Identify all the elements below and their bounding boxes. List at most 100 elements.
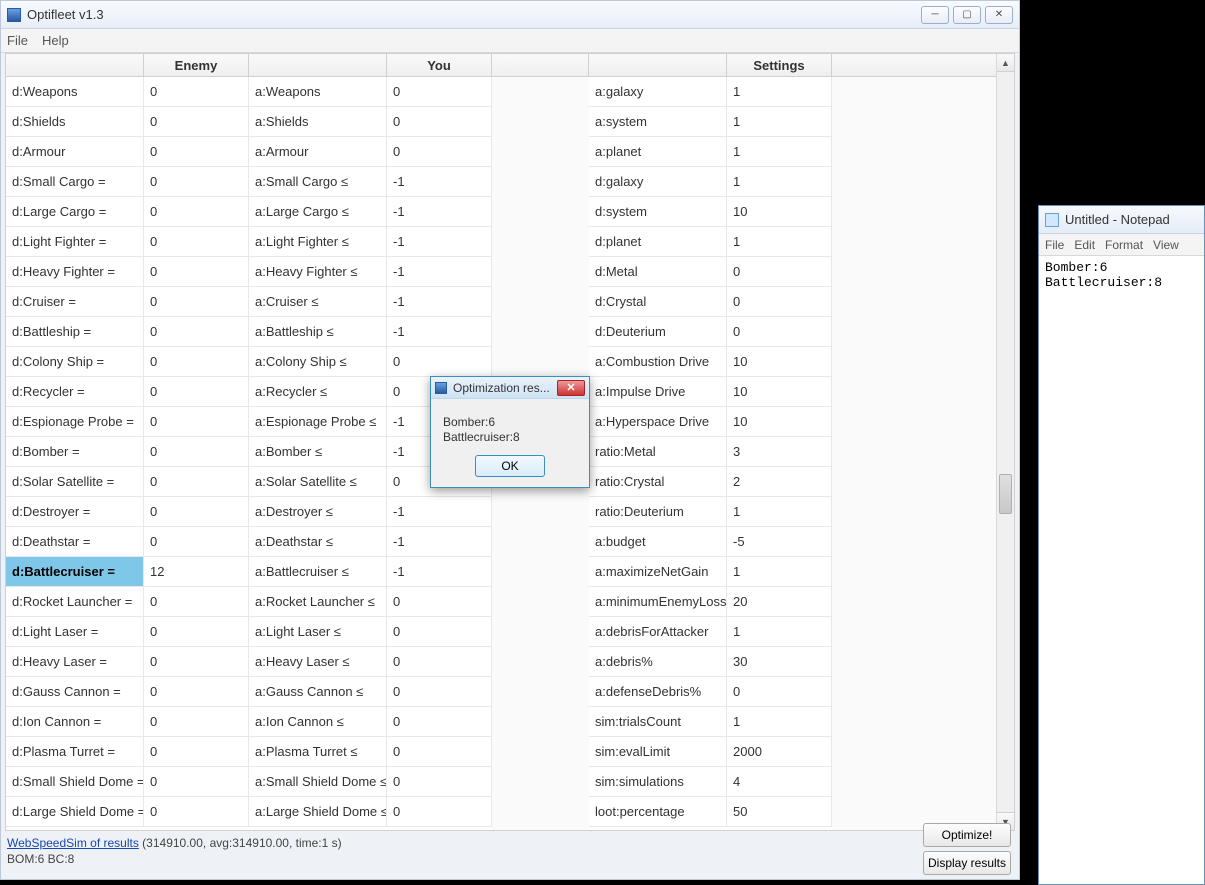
enemy-key[interactable]: d:Heavy Laser = xyxy=(6,647,144,676)
enemy-value[interactable]: 0 xyxy=(144,77,249,106)
you-key[interactable]: a:Light Laser ≤ xyxy=(249,617,387,646)
you-value[interactable]: -1 xyxy=(387,197,492,226)
settings-row[interactable]: a:minimumEnemyLoss%20 xyxy=(589,587,832,617)
you-value[interactable]: -1 xyxy=(387,167,492,196)
you-key[interactable]: a:Shields xyxy=(249,107,387,136)
settings-value[interactable]: 1 xyxy=(727,227,832,256)
you-row[interactable]: a:Armour0 xyxy=(249,137,492,167)
dialog-titlebar[interactable]: Optimization res... ✕ xyxy=(431,377,589,399)
settings-value[interactable]: 1 xyxy=(727,497,832,526)
you-value[interactable]: 0 xyxy=(387,137,492,166)
enemy-value[interactable]: 0 xyxy=(144,737,249,766)
you-row[interactable]: a:Destroyer ≤-1 xyxy=(249,497,492,527)
settings-key[interactable]: d:system xyxy=(589,197,727,226)
you-row[interactable]: a:Deathstar ≤-1 xyxy=(249,527,492,557)
you-row[interactable]: a:Battlecruiser ≤-1 xyxy=(249,557,492,587)
settings-row[interactable]: a:Hyperspace Drive10 xyxy=(589,407,832,437)
enemy-row[interactable]: d:Bomber =0 xyxy=(6,437,249,467)
settings-row[interactable]: sim:trialsCount1 xyxy=(589,707,832,737)
enemy-row[interactable]: d:Weapons0 xyxy=(6,77,249,107)
you-key[interactable]: a:Light Fighter ≤ xyxy=(249,227,387,256)
you-key[interactable]: a:Small Cargo ≤ xyxy=(249,167,387,196)
you-key[interactable]: a:Large Cargo ≤ xyxy=(249,197,387,226)
enemy-key[interactable]: d:Battleship = xyxy=(6,317,144,346)
settings-value[interactable]: 20 xyxy=(727,587,832,616)
notepad-textarea[interactable]: Bomber:6 Battlecruiser:8 xyxy=(1039,256,1204,884)
enemy-value[interactable]: 0 xyxy=(144,617,249,646)
enemy-key[interactable]: d:Destroyer = xyxy=(6,497,144,526)
you-key[interactable]: a:Battlecruiser ≤ xyxy=(249,557,387,586)
enemy-row[interactable]: d:Large Shield Dome =0 xyxy=(6,797,249,827)
you-value[interactable]: 0 xyxy=(387,647,492,676)
settings-value[interactable]: 1 xyxy=(727,707,832,736)
enemy-key[interactable]: d:Small Shield Dome = xyxy=(6,767,144,796)
settings-row[interactable]: a:Impulse Drive10 xyxy=(589,377,832,407)
enemy-key[interactable]: d:Large Shield Dome = xyxy=(6,797,144,826)
settings-row[interactable]: a:planet1 xyxy=(589,137,832,167)
settings-key[interactable]: a:defenseDebris% xyxy=(589,677,727,706)
you-row[interactable]: a:Ion Cannon ≤0 xyxy=(249,707,492,737)
settings-value[interactable]: 1 xyxy=(727,167,832,196)
settings-row[interactable]: ratio:Deuterium1 xyxy=(589,497,832,527)
settings-key[interactable]: loot:percentage xyxy=(589,797,727,826)
enemy-header-key[interactable] xyxy=(6,54,144,76)
enemy-row[interactable]: d:Heavy Fighter =0 xyxy=(6,257,249,287)
scroll-up-icon[interactable]: ▲ xyxy=(997,54,1014,72)
enemy-row[interactable]: d:Shields0 xyxy=(6,107,249,137)
enemy-value[interactable]: 0 xyxy=(144,347,249,376)
enemy-key[interactable]: d:Bomber = xyxy=(6,437,144,466)
enemy-value[interactable]: 0 xyxy=(144,677,249,706)
settings-value[interactable]: 0 xyxy=(727,257,832,286)
enemy-value[interactable]: 0 xyxy=(144,287,249,316)
you-value[interactable]: 0 xyxy=(387,677,492,706)
settings-row[interactable]: d:planet1 xyxy=(589,227,832,257)
settings-value[interactable]: 10 xyxy=(727,407,832,436)
settings-value[interactable]: 1 xyxy=(727,77,832,106)
settings-header-val[interactable]: Settings xyxy=(727,54,832,76)
settings-row[interactable]: ratio:Crystal2 xyxy=(589,467,832,497)
enemy-key[interactable]: d:Cruiser = xyxy=(6,287,144,316)
enemy-row[interactable]: d:Ion Cannon =0 xyxy=(6,707,249,737)
scroll-thumb[interactable] xyxy=(999,474,1012,514)
settings-key[interactable]: a:Combustion Drive xyxy=(589,347,727,376)
enemy-header-val[interactable]: Enemy xyxy=(144,54,249,76)
settings-value[interactable]: 30 xyxy=(727,647,832,676)
menu-help[interactable]: Help xyxy=(42,33,69,48)
notepad-menu-view[interactable]: View xyxy=(1153,238,1179,252)
enemy-value[interactable]: 0 xyxy=(144,707,249,736)
enemy-key[interactable]: d:Rocket Launcher = xyxy=(6,587,144,616)
enemy-row[interactable]: d:Rocket Launcher =0 xyxy=(6,587,249,617)
you-value[interactable]: -1 xyxy=(387,227,492,256)
enemy-key[interactable]: d:Light Fighter = xyxy=(6,227,144,256)
dialog-close-button[interactable]: ✕ xyxy=(557,380,585,396)
enemy-row[interactable]: d:Recycler =0 xyxy=(6,377,249,407)
settings-key[interactable]: d:Deuterium xyxy=(589,317,727,346)
enemy-value[interactable]: 0 xyxy=(144,437,249,466)
you-row[interactable]: a:Colony Ship ≤0 xyxy=(249,347,492,377)
enemy-value[interactable]: 0 xyxy=(144,227,249,256)
enemy-key[interactable]: d:Small Cargo = xyxy=(6,167,144,196)
menu-file[interactable]: File xyxy=(7,33,28,48)
you-value[interactable]: -1 xyxy=(387,257,492,286)
enemy-value[interactable]: 0 xyxy=(144,317,249,346)
enemy-row[interactable]: d:Espionage Probe =0 xyxy=(6,407,249,437)
you-row[interactable]: a:Cruiser ≤-1 xyxy=(249,287,492,317)
settings-row[interactable]: ratio:Metal3 xyxy=(589,437,832,467)
settings-row[interactable]: a:maximizeNetGain1 xyxy=(589,557,832,587)
enemy-value[interactable]: 12 xyxy=(144,557,249,586)
settings-value[interactable]: 4 xyxy=(727,767,832,796)
you-value[interactable]: 0 xyxy=(387,617,492,646)
you-row[interactable]: a:Small Shield Dome ≤0 xyxy=(249,767,492,797)
you-header-val[interactable]: You xyxy=(387,54,492,76)
enemy-value[interactable]: 0 xyxy=(144,797,249,826)
enemy-value[interactable]: 0 xyxy=(144,107,249,136)
you-key[interactable]: a:Gauss Cannon ≤ xyxy=(249,677,387,706)
enemy-row[interactable]: d:Plasma Turret =0 xyxy=(6,737,249,767)
enemy-value[interactable]: 0 xyxy=(144,497,249,526)
settings-key[interactable]: sim:simulations xyxy=(589,767,727,796)
you-key[interactable]: a:Plasma Turret ≤ xyxy=(249,737,387,766)
vertical-scrollbar[interactable]: ▲ ▼ xyxy=(996,54,1014,830)
you-value[interactable]: 0 xyxy=(387,107,492,136)
you-row[interactable]: a:Plasma Turret ≤0 xyxy=(249,737,492,767)
settings-row[interactable]: a:defenseDebris%0 xyxy=(589,677,832,707)
